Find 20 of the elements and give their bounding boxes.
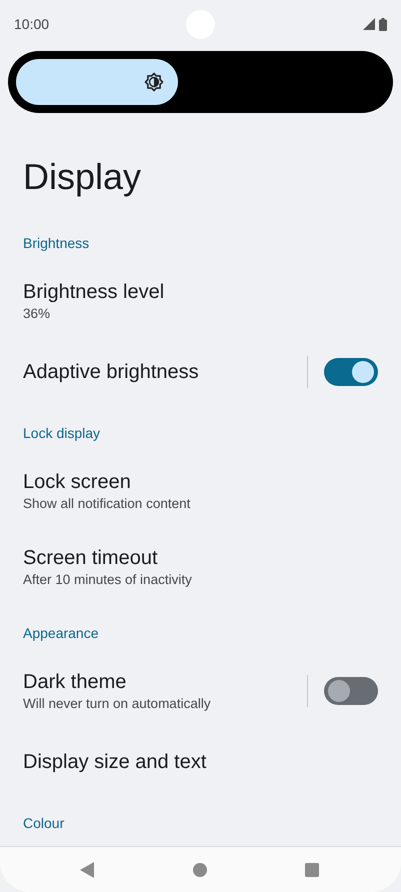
- status-time: 10:00: [14, 14, 50, 34]
- settings-row[interactable]: Adaptive brightness: [0, 339, 401, 405]
- section-header: Lock display: [22, 424, 102, 443]
- signal-icon: [363, 18, 375, 30]
- section-header: Appearance: [22, 624, 100, 643]
- section-header: Colour: [22, 814, 66, 833]
- toggle-switch[interactable]: [324, 358, 378, 386]
- settings-row[interactable]: Display size and text: [0, 729, 401, 795]
- home-icon[interactable]: [192, 862, 206, 876]
- section-header: Brightness: [22, 234, 90, 253]
- settings-row[interactable]: Dark theme Will never turn on automatically: [0, 653, 401, 729]
- settings-row[interactable]: Lock screen Show all notification content: [0, 453, 401, 529]
- recents-icon[interactable]: [305, 862, 319, 876]
- toggle-switch[interactable]: [324, 677, 378, 705]
- settings-row[interactable]: Brightness level 36%: [0, 263, 401, 339]
- battery-icon: [379, 18, 387, 30]
- back-icon[interactable]: [80, 862, 94, 878]
- page-title: Display: [22, 155, 142, 199]
- settings-row[interactable]: Screen timeout After 10 minutes of inactivity: [0, 529, 401, 605]
- brightness-icon: [144, 72, 164, 92]
